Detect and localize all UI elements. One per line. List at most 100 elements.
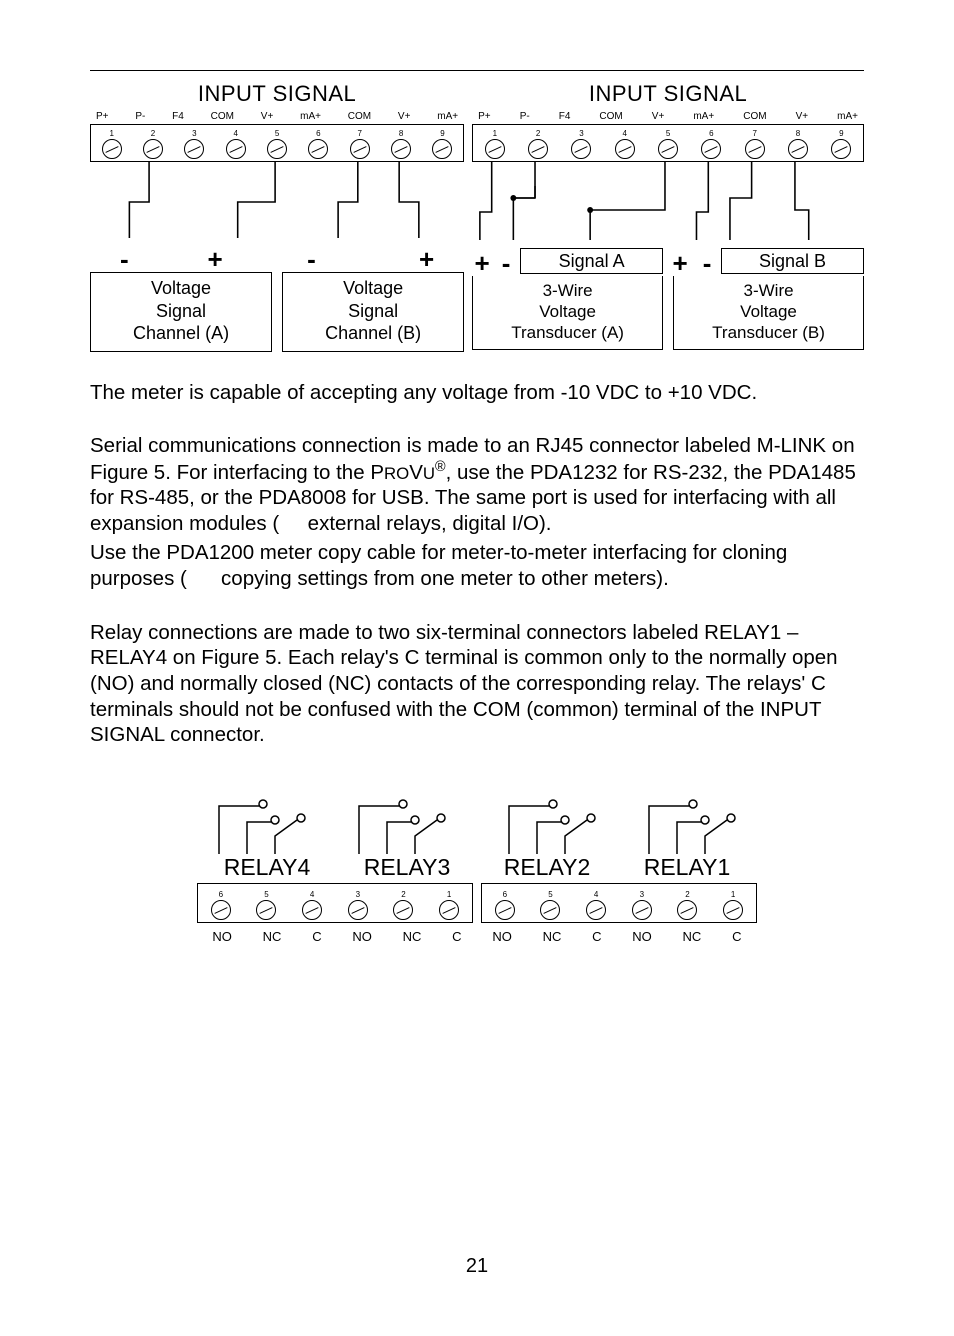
- sign: -: [697, 250, 717, 276]
- relay-blocks: 6 5 4 3 2 1 6 5 4 3 2 1: [197, 883, 757, 923]
- rnum: 6: [219, 890, 223, 899]
- box-voltage-a: Voltage Signal Channel (A): [90, 272, 272, 352]
- rnum: 4: [594, 890, 598, 899]
- screw-icon: [184, 139, 204, 159]
- sign: +: [472, 250, 492, 276]
- cap: V+: [261, 111, 274, 122]
- screw-icon: [701, 139, 721, 159]
- page-number: 21: [466, 1255, 488, 1278]
- rcap: NO: [632, 929, 652, 944]
- cap: mA+: [300, 111, 321, 122]
- rcap: NO: [352, 929, 372, 944]
- screw-icon: [723, 900, 743, 920]
- screw-icon: [485, 139, 505, 159]
- rcap: NO: [492, 929, 512, 944]
- tnum: 1: [493, 129, 497, 138]
- text: external relays, digital I/O).: [302, 512, 552, 535]
- screw-icon: [348, 900, 368, 920]
- screw-icon: [439, 900, 459, 920]
- text: P: [370, 461, 384, 484]
- rnum: 3: [356, 890, 360, 899]
- terminal-block: 1 2 3 4 5 6 7 8 9: [90, 124, 464, 162]
- tnum: 1: [109, 129, 113, 138]
- rnum: 1: [447, 890, 451, 899]
- screw-icon: [302, 900, 322, 920]
- rcap: C: [592, 929, 601, 944]
- cap: P-: [135, 111, 145, 122]
- cap: COM: [211, 111, 234, 122]
- screw-icon: [308, 139, 328, 159]
- terminal-captions: P+ P- F4 COM V+ mA+ COM V+ mA+: [90, 111, 464, 122]
- sign: -: [271, 246, 371, 272]
- relay-figure: RELAY4 RELAY3 RELAY2 RELAY1 6 5 4 3 2 1 …: [197, 776, 757, 944]
- screw-icon: [586, 900, 606, 920]
- text: U: [423, 464, 435, 483]
- screw-icon: [226, 139, 246, 159]
- tnum: 7: [752, 129, 756, 138]
- rcap: C: [732, 929, 741, 944]
- rnum: 1: [731, 890, 735, 899]
- tnum: 4: [233, 129, 237, 138]
- panel-voltage: INPUT SIGNAL P+ P- F4 COM V+ mA+ COM V+ …: [90, 81, 464, 352]
- rcap: C: [452, 929, 461, 944]
- paragraph: Relay connections are made to two six-te…: [90, 620, 864, 748]
- tnum: 6: [709, 129, 713, 138]
- screw-icon: [677, 900, 697, 920]
- tnum: 7: [358, 129, 362, 138]
- screw-icon: [788, 139, 808, 159]
- rnum: 5: [548, 890, 552, 899]
- cap: P+: [96, 111, 109, 122]
- tnum: 6: [316, 129, 320, 138]
- relay-block-right: 6 5 4 3 2 1: [481, 883, 757, 923]
- tnum: 2: [536, 129, 540, 138]
- cap: F4: [559, 111, 571, 122]
- sign: -: [90, 246, 184, 272]
- registered-icon: ®: [435, 459, 446, 475]
- relay-label: RELAY1: [644, 854, 731, 881]
- relay-contacts: [197, 776, 757, 856]
- cap: P+: [478, 111, 491, 122]
- rcap: NC: [263, 929, 282, 944]
- sign: -: [496, 250, 516, 276]
- wires: [472, 162, 864, 248]
- screw-icon: [495, 900, 515, 920]
- top-rule: [90, 70, 864, 71]
- paragraph: The meter is capable of accepting any vo…: [90, 380, 864, 406]
- screw-icon: [831, 139, 851, 159]
- tnum: 9: [440, 129, 444, 138]
- relay-label: RELAY2: [504, 854, 591, 881]
- polarity-row: - + - +: [90, 246, 464, 272]
- rnum: 2: [685, 890, 689, 899]
- cap: P-: [520, 111, 530, 122]
- relay-label: RELAY4: [224, 854, 311, 881]
- cap: COM: [348, 111, 371, 122]
- figure-row: INPUT SIGNAL P+ P- F4 COM V+ mA+ COM V+ …: [90, 81, 864, 352]
- rnum: 3: [640, 890, 644, 899]
- screw-icon: [393, 900, 413, 920]
- paragraph: Use the PDA1200 meter copy cable for met…: [90, 540, 864, 591]
- signal-label-row: 3-Wire Voltage Transducer (A) 3-Wire Vol…: [472, 276, 864, 351]
- rcap: NO: [212, 929, 232, 944]
- panel-3wire: INPUT SIGNAL P+ P- F4 COM V+ mA+ COM V+ …: [472, 81, 864, 352]
- screw-icon: [615, 139, 635, 159]
- panel-title: INPUT SIGNAL: [472, 81, 864, 107]
- cap: mA+: [837, 111, 858, 122]
- rnum: 2: [401, 890, 405, 899]
- tnum: 3: [192, 129, 196, 138]
- screw-icon: [632, 900, 652, 920]
- rnum: 4: [310, 890, 314, 899]
- screw-icon: [350, 139, 370, 159]
- box-3wire-b: 3-Wire Voltage Transducer (B): [673, 276, 864, 351]
- sign: +: [667, 250, 693, 276]
- screw-icon: [391, 139, 411, 159]
- signal-a-box: Signal A: [520, 248, 663, 274]
- brand: PROVU: [370, 461, 435, 484]
- cap: V+: [398, 111, 411, 122]
- screw-icon: [658, 139, 678, 159]
- rnum: 5: [264, 890, 268, 899]
- paragraph: Serial communications connection is made…: [90, 433, 864, 536]
- box-voltage-b: Voltage Signal Channel (B): [282, 272, 464, 352]
- text: copying settings from one meter to other…: [215, 567, 668, 590]
- screw-icon: [256, 900, 276, 920]
- relay-caps: NO NC C NO NC C NO NC C NO NC C: [197, 929, 757, 944]
